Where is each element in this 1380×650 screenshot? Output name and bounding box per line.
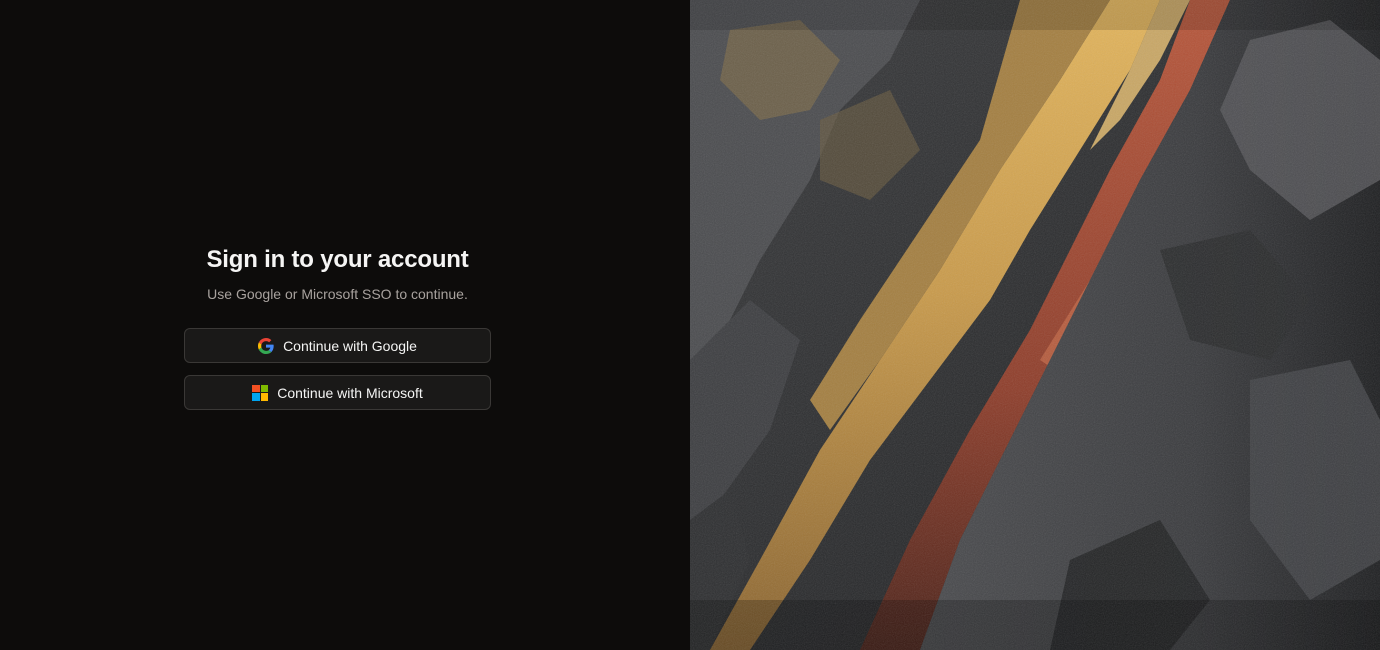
sso-buttons: Continue with Google Continue with Micro… bbox=[184, 328, 491, 410]
page-subtitle: Use Google or Microsoft SSO to continue. bbox=[207, 286, 468, 302]
signin-form: Sign in to your account Use Google or Mi… bbox=[184, 244, 491, 410]
signin-panel: Sign in to your account Use Google or Mi… bbox=[0, 0, 690, 650]
rock-cliff-image bbox=[690, 0, 1380, 650]
google-icon bbox=[258, 337, 274, 354]
page-title: Sign in to your account bbox=[206, 246, 469, 273]
microsoft-icon bbox=[252, 384, 269, 401]
microsoft-button-label: Continue with Microsoft bbox=[277, 384, 423, 401]
continue-with-google-button[interactable]: Continue with Google bbox=[184, 328, 491, 363]
continue-with-microsoft-button[interactable]: Continue with Microsoft bbox=[184, 375, 491, 410]
google-button-label: Continue with Google bbox=[283, 337, 417, 354]
login-page: Sign in to your account Use Google or Mi… bbox=[0, 0, 1380, 650]
